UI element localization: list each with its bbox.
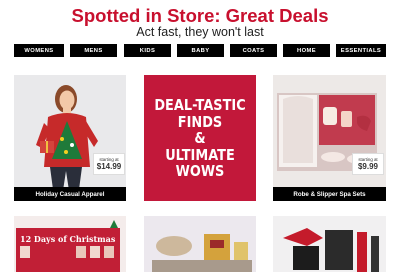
advent-calendar-label: 12 Days of Christmas — [20, 234, 116, 244]
holiday-apparel-tile[interactable]: starting at $14.99 Holiday Casual Appare… — [14, 75, 126, 201]
page-subtitle: Act fast, they won't last — [136, 25, 264, 39]
category-nav: WOMENS MENS KIDS BABY COATS HOME ESSENTI… — [14, 44, 386, 57]
home-decor-tile[interactable] — [144, 216, 256, 272]
price-tag: starting at $14.99 — [93, 153, 125, 175]
deal-promo-tile[interactable]: DEAL-TASTIC FINDS & ULTIMATE WOWS — [144, 75, 256, 201]
nav-coats-button[interactable]: COATS — [230, 44, 277, 57]
price-tag: starting at $9.99 — [352, 153, 384, 175]
woman-in-christmas-sweater-image — [36, 85, 98, 197]
promo-headline: DEAL-TASTIC FINDS & ULTIMATE WOWS — [154, 96, 246, 180]
spa-sets-tile[interactable]: starting at $9.99 Robe & Slipper Spa Set… — [273, 75, 386, 201]
spa-gift-set-image — [277, 93, 377, 171]
nav-womens-button[interactable]: WOMENS — [14, 44, 64, 57]
nav-essentials-button[interactable]: ESSENTIALS — [336, 44, 386, 57]
nav-baby-button[interactable]: BABY — [177, 44, 224, 57]
advent-calendar-tile[interactable]: 12 Days of Christmas — [14, 216, 126, 272]
spa-sets-caption: Robe & Slipper Spa Sets — [273, 187, 386, 201]
advent-calendar-image — [16, 220, 120, 272]
home-decor-image — [152, 234, 252, 272]
nav-mens-button[interactable]: MENS — [70, 44, 117, 57]
grooming-set-tile[interactable] — [273, 216, 386, 272]
grooming-set-image — [283, 228, 379, 272]
nav-kids-button[interactable]: KIDS — [124, 44, 171, 57]
nav-home-button[interactable]: HOME — [283, 44, 330, 57]
holiday-apparel-caption: Holiday Casual Apparel — [14, 187, 126, 201]
